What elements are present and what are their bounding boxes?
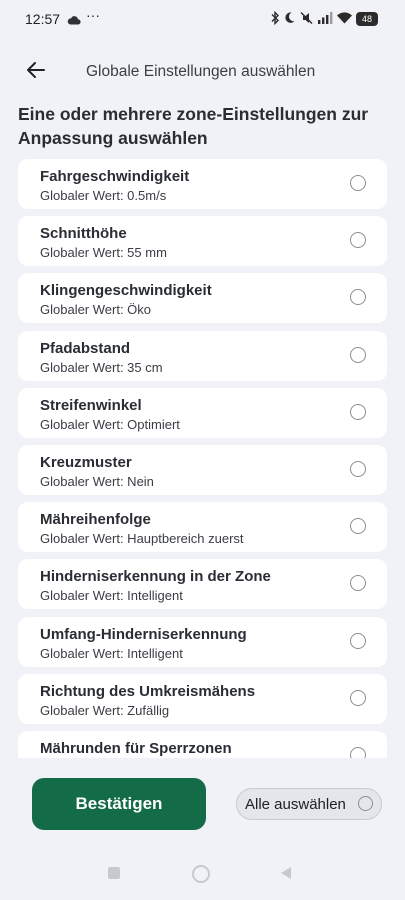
setting-item-richtung-umkreismaehen[interactable]: Richtung des Umkreismähens Globaler Wert…	[18, 673, 387, 724]
radio-button[interactable]	[350, 403, 366, 420]
recent-apps-icon[interactable]	[108, 867, 120, 879]
setting-title: Mähreihenfolge	[40, 511, 151, 529]
setting-item-maehreihenfolge[interactable]: Mähreihenfolge Globaler Wert: Hauptberei…	[18, 502, 387, 553]
setting-global-value: Globaler Wert: Hauptbereich zuerst	[40, 531, 244, 547]
radio-button[interactable]	[350, 289, 366, 306]
bluetooth-icon	[270, 10, 280, 28]
cloud-icon	[67, 12, 81, 28]
back-triangle-icon[interactable]	[280, 866, 292, 885]
page-title: Globale Einstellungen auswählen	[86, 63, 316, 80]
setting-global-value: Globaler Wert: 55 mm	[40, 245, 167, 261]
select-all-label: Alle auswählen	[245, 796, 346, 813]
setting-title: Streifenwinkel	[40, 396, 142, 414]
setting-item-fahrgeschwindigkeit[interactable]: Fahrgeschwindigkeit Globaler Wert: 0.5m/…	[18, 159, 387, 209]
mute-icon	[299, 11, 314, 28]
setting-item-streifenwinkel[interactable]: Streifenwinkel Globaler Wert: Optimiert	[18, 387, 387, 438]
setting-title: Schnitthöhe	[40, 225, 127, 243]
back-button[interactable]	[20, 58, 52, 86]
status-icons: 48	[270, 10, 378, 28]
settings-list: Fahrgeschwindigkeit Globaler Wert: 0.5m/…	[18, 159, 387, 758]
setting-item-pfadabstand[interactable]: Pfadabstand Globaler Wert: 35 cm	[18, 330, 387, 381]
radio-button[interactable]	[350, 575, 366, 592]
header: Globale Einstellungen auswählen	[0, 50, 405, 94]
setting-title: Richtung des Umkreismähens	[40, 682, 256, 700]
moon-icon	[283, 11, 296, 27]
radio-button[interactable]	[350, 689, 366, 706]
radio-button[interactable]	[350, 746, 366, 758]
setting-title: Pfadabstand	[40, 339, 131, 357]
signal-icon	[317, 11, 333, 27]
setting-title: Kreuzmuster	[40, 453, 132, 471]
setting-global-value: Globaler Wert: Öko	[40, 302, 152, 318]
setting-global-value: Globaler Wert: Optimiert	[40, 416, 180, 432]
home-icon[interactable]	[192, 865, 210, 883]
radio-button[interactable]	[350, 460, 366, 477]
setting-global-value: Globaler Wert: 35 cm	[40, 359, 163, 375]
setting-global-value: Globaler Wert: Intelligent	[40, 645, 183, 661]
setting-global-value: Globaler Wert: Intelligent	[40, 588, 183, 604]
setting-global-value: Globaler Wert: 0.5m/s	[40, 188, 167, 203]
setting-title: Hinderniserkennung in der Zone	[40, 568, 271, 586]
settings-list-viewport[interactable]: Fahrgeschwindigkeit Globaler Wert: 0.5m/…	[0, 159, 405, 758]
radio-button[interactable]	[350, 175, 366, 191]
setting-item-maehrunden-sperrzonen[interactable]: Mährunden für Sperrzonen	[18, 730, 387, 758]
status-overflow-dots: ···	[86, 7, 100, 23]
status-time: 12:57	[25, 11, 61, 27]
setting-title: Mährunden für Sperrzonen	[40, 739, 232, 757]
wifi-icon	[336, 11, 353, 27]
setting-item-schnitthoehe[interactable]: Schnitthöhe Globaler Wert: 55 mm	[18, 216, 387, 267]
setting-item-hinderniserkennung-zone[interactable]: Hinderniserkennung in der Zone Globaler …	[18, 559, 387, 610]
select-all-radio[interactable]	[358, 796, 373, 811]
confirm-button[interactable]: Bestätigen	[32, 778, 206, 830]
setting-title: Umfang-Hinderniserkennung	[40, 625, 247, 643]
section-heading: Eine oder mehrere zone-Einstellungen zur…	[18, 104, 369, 148]
setting-global-value: Globaler Wert: Nein	[40, 473, 154, 489]
system-navigation-bar	[0, 856, 405, 892]
radio-button[interactable]	[350, 518, 366, 535]
status-bar: 12:57 ··· 48	[0, 0, 405, 38]
setting-item-klingengeschwindigkeit[interactable]: Klingengeschwindigkeit Globaler Wert: Ök…	[18, 273, 387, 324]
select-all-toggle[interactable]: Alle auswählen	[236, 788, 382, 820]
setting-global-value: Globaler Wert: Zufällig	[40, 702, 170, 718]
radio-button[interactable]	[350, 346, 366, 363]
radio-button[interactable]	[350, 232, 366, 249]
setting-item-kreuzmuster[interactable]: Kreuzmuster Globaler Wert: Nein	[18, 444, 387, 495]
setting-item-umfang-hinderniserkennung[interactable]: Umfang-Hinderniserkennung Globaler Wert:…	[18, 616, 387, 667]
setting-title: Fahrgeschwindigkeit	[40, 168, 190, 185]
radio-button[interactable]	[350, 632, 366, 649]
arrow-left-icon	[26, 61, 46, 84]
battery-icon: 48	[356, 12, 378, 26]
setting-title: Klingengeschwindigkeit	[40, 282, 212, 300]
